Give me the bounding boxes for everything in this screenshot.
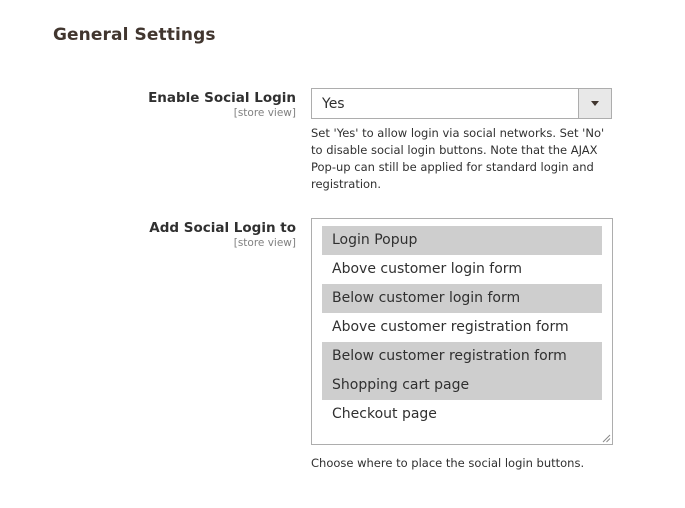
multiselect-option[interactable]: Login Popup [322, 226, 602, 255]
add-social-login-scope: [store view] [233, 237, 296, 249]
enable-social-login-value: Yes [322, 96, 345, 112]
resize-grip-icon[interactable] [602, 434, 611, 443]
multiselect-option[interactable]: Below customer registration form [322, 342, 602, 371]
add-social-login-label: Add Social Login to [149, 220, 296, 236]
multiselect-option[interactable]: Below customer login form [322, 284, 602, 313]
enable-social-login-label: Enable Social Login [148, 90, 296, 106]
multiselect-option[interactable]: Checkout page [322, 400, 602, 429]
settings-page: General Settings Enable Social Login [st… [0, 0, 685, 508]
enable-social-login-note: Set 'Yes' to allow login via social netw… [311, 126, 605, 191]
multiselect-option[interactable]: Above customer registration form [322, 313, 602, 342]
enable-social-login-label-group: Enable Social Login [store view] [148, 90, 296, 119]
enable-social-login-select[interactable]: Yes [311, 88, 612, 119]
add-social-login-label-group: Add Social Login to [store view] [149, 220, 296, 249]
multiselect-option[interactable]: Above customer login form [322, 255, 602, 284]
add-social-login-note: Choose where to place the social login b… [311, 456, 585, 470]
select-arrow-button[interactable] [578, 89, 611, 118]
multiselect-options-list: Login Popup Above customer login form Belo… [322, 226, 602, 429]
section-title: General Settings [53, 25, 216, 45]
multiselect-option[interactable]: Shopping cart page [322, 371, 602, 400]
enable-social-login-scope: [store view] [233, 107, 296, 119]
chevron-down-icon [591, 101, 599, 106]
add-social-login-multiselect[interactable]: Login Popup Above customer login form Belo… [311, 218, 613, 445]
